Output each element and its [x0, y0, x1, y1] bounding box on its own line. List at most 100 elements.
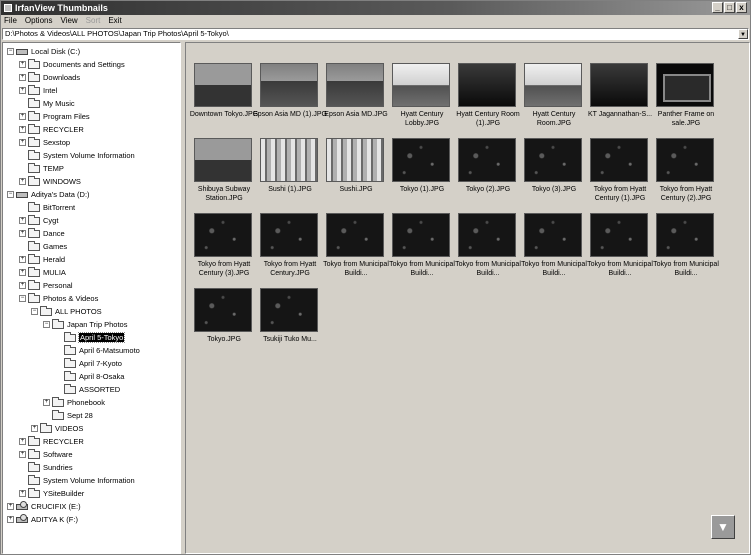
- thumbnail[interactable]: KT Jagannathan-S...: [586, 63, 654, 133]
- thumbnail[interactable]: Shibuya Subway Station.JPG: [190, 138, 258, 208]
- thumbnail[interactable]: Panther Frame on sale.JPG: [652, 63, 720, 133]
- menu-file[interactable]: File: [4, 15, 17, 27]
- tree-expander[interactable]: −: [7, 191, 14, 198]
- thumbnail-image[interactable]: [260, 213, 318, 257]
- tree-node[interactable]: ASSORTED: [55, 383, 120, 395]
- tree-expander[interactable]: +: [31, 425, 38, 432]
- thumbnail-image[interactable]: [392, 213, 450, 257]
- path-dropdown-button[interactable]: ▼: [738, 29, 748, 39]
- tree-expander[interactable]: +: [19, 269, 26, 276]
- tree-expander[interactable]: +: [7, 516, 14, 523]
- tree-expander[interactable]: +: [43, 399, 50, 406]
- thumbnail[interactable]: Tokyo from Municipal Buildi...: [454, 213, 522, 283]
- thumbnail-image[interactable]: [260, 63, 318, 107]
- thumbnail-image[interactable]: [524, 138, 582, 182]
- thumbnail-grid[interactable]: ▼ Downtown Tokyo.JPG Epson Asia MD (1).JP…: [185, 42, 750, 554]
- thumbnail-image[interactable]: [194, 63, 252, 107]
- thumbnail-image[interactable]: [590, 138, 648, 182]
- minimize-button[interactable]: _: [712, 2, 723, 13]
- thumbnail[interactable]: Hyatt Century Room.JPG: [520, 63, 588, 133]
- tree-node[interactable]: + Sexstop: [19, 136, 70, 148]
- maximize-button[interactable]: □: [724, 2, 735, 13]
- tree-node[interactable]: Sundries: [19, 461, 73, 473]
- thumbnail[interactable]: Epson Asia MD (1).JPG: [253, 63, 327, 133]
- menu-view[interactable]: View: [60, 15, 77, 27]
- tree-expander[interactable]: +: [19, 139, 26, 146]
- tree-node[interactable]: System Volume Information: [19, 474, 135, 486]
- tree-node[interactable]: − Local Disk (C:): [7, 46, 80, 57]
- close-button[interactable]: x: [736, 2, 747, 13]
- tree-expander[interactable]: +: [19, 438, 26, 445]
- thumbnail[interactable]: Tokyo.JPG: [190, 288, 258, 358]
- tree-node[interactable]: April 8-Osaka: [55, 370, 124, 382]
- thumbnail-image[interactable]: [524, 63, 582, 107]
- tree-node[interactable]: + Software: [19, 448, 73, 460]
- tree-expander[interactable]: +: [19, 126, 26, 133]
- tree-expander[interactable]: +: [19, 113, 26, 120]
- tree-node[interactable]: + Cygt: [19, 214, 58, 226]
- tree-node[interactable]: + YSiteBuilder: [19, 487, 84, 499]
- tree-expander[interactable]: +: [19, 61, 26, 68]
- tree-node[interactable]: + Program Files: [19, 110, 90, 122]
- tree-expander[interactable]: +: [7, 503, 14, 510]
- menu-exit[interactable]: Exit: [108, 15, 121, 27]
- thumbnail-image[interactable]: [194, 213, 252, 257]
- menu-options[interactable]: Options: [25, 15, 53, 27]
- tree-node[interactable]: System Volume Information: [19, 149, 135, 161]
- folder-tree[interactable]: − Local Disk (C:) + Documents and Settings +…: [2, 42, 181, 554]
- thumbnail[interactable]: Tokyo from Municipal Buildi...: [520, 213, 588, 283]
- tree-node[interactable]: Games: [19, 240, 67, 252]
- thumbnail[interactable]: Hyatt Century Lobby.JPG: [388, 63, 456, 133]
- thumbnail-image[interactable]: [458, 63, 516, 107]
- tree-expander[interactable]: −: [7, 48, 14, 55]
- menu-sort[interactable]: Sort: [86, 15, 101, 27]
- thumbnail[interactable]: Tokyo from Hyatt Century (3).JPG: [190, 213, 258, 283]
- thumbnail-image[interactable]: [524, 213, 582, 257]
- thumbnail[interactable]: Epson Asia MD.JPG: [322, 63, 390, 133]
- tree-node[interactable]: April 5-Tokyo: [55, 331, 126, 343]
- tree-expander[interactable]: +: [19, 451, 26, 458]
- tree-node[interactable]: My Music: [19, 97, 75, 109]
- tree-expander[interactable]: +: [19, 230, 26, 237]
- tree-node[interactable]: + RECYCLER: [19, 435, 84, 447]
- tree-node[interactable]: + MULIA: [19, 266, 66, 278]
- tree-node[interactable]: + VIDEOS: [31, 422, 83, 434]
- tree-expander[interactable]: −: [19, 295, 26, 302]
- tree-node[interactable]: + Phonebook: [43, 396, 105, 408]
- tree-expander[interactable]: +: [19, 282, 26, 289]
- thumbnail[interactable]: Tokyo from Hyatt Century (2).JPG: [652, 138, 720, 208]
- tree-node[interactable]: BitTorrent: [19, 201, 75, 213]
- thumbnail-image[interactable]: [260, 138, 318, 182]
- thumbnail-image[interactable]: [194, 138, 252, 182]
- thumbnail[interactable]: Downtown Tokyo.JPG: [190, 63, 258, 133]
- thumbnail-image[interactable]: [326, 213, 384, 257]
- thumbnail-image[interactable]: [458, 138, 516, 182]
- tree-expander[interactable]: +: [19, 74, 26, 81]
- corner-button[interactable]: ▼: [711, 515, 735, 539]
- tree-node[interactable]: + Downloads: [19, 71, 80, 83]
- tree-expander[interactable]: +: [19, 490, 26, 497]
- thumbnail-image[interactable]: [656, 138, 714, 182]
- tree-node[interactable]: + ADITYA K (F:): [7, 513, 78, 525]
- thumbnail[interactable]: Tokyo (3).JPG: [520, 138, 588, 208]
- thumbnail[interactable]: Sushi.JPG: [322, 138, 390, 208]
- tree-node[interactable]: April 7-Kyoto: [55, 357, 122, 369]
- thumbnail-image[interactable]: [392, 138, 450, 182]
- thumbnail[interactable]: Tokyo from Municipal Buildi...: [322, 213, 390, 283]
- tree-expander[interactable]: −: [31, 308, 38, 315]
- tree-expander[interactable]: +: [19, 217, 26, 224]
- tree-node[interactable]: + Documents and Settings: [19, 58, 125, 70]
- tree-node[interactable]: April 6-Matsumoto: [55, 344, 140, 356]
- tree-node[interactable]: + CRUCIFIX (E:): [7, 500, 81, 512]
- thumbnail-image[interactable]: [656, 213, 714, 257]
- tree-expander[interactable]: +: [19, 256, 26, 263]
- thumbnail-image[interactable]: [260, 288, 318, 332]
- thumbnail[interactable]: Tokyo from Municipal Buildi...: [652, 213, 720, 283]
- tree-node[interactable]: + Dance: [19, 227, 65, 239]
- thumbnail[interactable]: Tokyo from Municipal Buildi...: [586, 213, 654, 283]
- thumbnail[interactable]: Tokyo (2).JPG: [454, 138, 522, 208]
- tree-node[interactable]: + RECYCLER: [19, 123, 84, 135]
- tree-node[interactable]: + Herald: [19, 253, 65, 265]
- tree-expander[interactable]: −: [43, 321, 50, 328]
- tree-node[interactable]: + Personal: [19, 279, 73, 291]
